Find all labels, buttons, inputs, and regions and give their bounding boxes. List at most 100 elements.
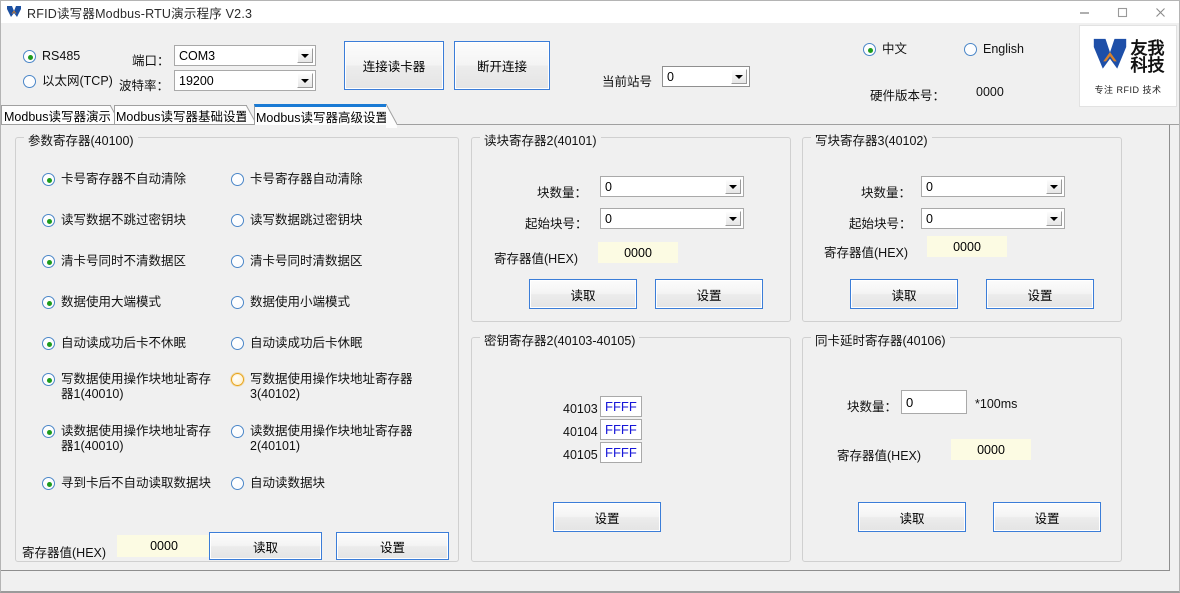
key-value-40104[interactable]: FFFF	[600, 419, 642, 440]
chevron-down-icon[interactable]	[297, 48, 313, 63]
radio-rs485[interactable]: RS485	[23, 50, 80, 63]
key-value-40103[interactable]: FFFF	[600, 396, 642, 417]
write-block-count-value: 0	[922, 180, 933, 194]
radio-language-english[interactable]: English	[964, 43, 1024, 56]
write-block-hex-value: 0000	[927, 236, 1007, 257]
radio-label: 读写数据跳过密钥块	[250, 214, 363, 227]
radio-label: 清卡号同时清数据区	[250, 255, 363, 268]
connect-reader-button[interactable]: 连接读卡器	[344, 41, 444, 90]
chevron-down-icon[interactable]	[297, 73, 313, 88]
chevron-down-icon[interactable]	[731, 69, 747, 84]
port-label: 端口：	[132, 50, 170, 69]
radio-big-endian[interactable]: 数据使用大端模式	[42, 296, 161, 309]
write-block-start-value: 0	[922, 212, 933, 226]
radio-card-reg-no-autoclear[interactable]: 卡号寄存器不自动清除	[42, 173, 186, 186]
write-block-read-button[interactable]: 读取	[850, 279, 958, 309]
radio-dot	[42, 296, 55, 309]
radio-no-sleep-after-autoread[interactable]: 自动读成功后卡不休眠	[42, 337, 186, 350]
radio-write-uses-blockaddr-reg3[interactable]: 写数据使用操作块地址寄存器3(40102)	[231, 372, 421, 402]
radio-dot	[231, 255, 244, 268]
radio-dot	[42, 337, 55, 350]
write-block-start-combobox[interactable]: 0	[921, 208, 1065, 229]
radio-card-reg-autoclear[interactable]: 卡号寄存器自动清除	[231, 173, 363, 186]
write-block-set-button[interactable]: 设置	[986, 279, 1094, 309]
radio-read-uses-blockaddr-reg2[interactable]: 读数据使用操作块地址寄存器2(40101)	[231, 424, 421, 454]
delay-set-button[interactable]: 设置	[993, 502, 1101, 532]
read-block-count-label: 块数量：	[537, 182, 587, 201]
radio-clear-card-and-data[interactable]: 清卡号同时清数据区	[231, 255, 363, 268]
radio-sleep-after-autoread[interactable]: 自动读成功后卡休眠	[231, 337, 363, 350]
radio-label: 写数据使用操作块地址寄存器3(40102)	[250, 372, 421, 402]
key-register-group-title: 密钥寄存器2(40103-40105)	[480, 330, 639, 349]
delay-count-input[interactable]: 0	[901, 390, 967, 414]
key-register-group: 密钥寄存器2(40103-40105) 40103 FFFF 40104 FFF…	[471, 337, 791, 562]
param-read-button[interactable]: 读取	[209, 532, 322, 560]
radio-dot-ethernet-tcp	[23, 75, 36, 88]
chevron-down-icon[interactable]	[725, 211, 741, 226]
hw-version-label: 硬件版本号：	[870, 85, 945, 104]
radio-label-rs485: RS485	[42, 50, 80, 63]
key-addr-40103: 40103	[563, 402, 598, 416]
write-block-group-title: 写块寄存器3(40102)	[811, 130, 932, 149]
station-combobox[interactable]: 0	[662, 66, 750, 87]
radio-autoread-block[interactable]: 自动读数据块	[231, 477, 325, 490]
chevron-down-icon[interactable]	[725, 179, 741, 194]
radio-dot-english	[964, 43, 977, 56]
radio-label: 数据使用小端模式	[250, 296, 350, 309]
read-block-hex-value: 0000	[598, 242, 678, 263]
radio-ethernet-tcp[interactable]: 以太网(TCP)	[23, 75, 113, 88]
key-set-button[interactable]: 设置	[553, 502, 661, 532]
port-combobox[interactable]: COM3	[174, 45, 316, 66]
radio-write-uses-blockaddr-reg1[interactable]: 写数据使用操作块地址寄存器1(40010)	[42, 372, 222, 402]
radio-no-autoread-after-find[interactable]: 寻到卡后不自动读取数据块	[42, 477, 211, 490]
baud-combobox[interactable]: 19200	[174, 70, 316, 91]
radio-clear-card-keep-data[interactable]: 清卡号同时不清数据区	[42, 255, 186, 268]
maximize-icon[interactable]	[1103, 1, 1141, 23]
tab-modbus-advanced-settings[interactable]: Modbus读写器高级设置	[254, 104, 387, 125]
chevron-down-icon[interactable]	[1046, 211, 1062, 226]
write-block-count-combobox[interactable]: 0	[921, 176, 1065, 197]
key-value-40105[interactable]: FFFF	[600, 442, 642, 463]
delay-read-button[interactable]: 读取	[858, 502, 966, 532]
radio-rw-no-skip-key-block[interactable]: 读写数据不跳过密钥块	[42, 214, 186, 227]
logo-text-line1: 友我	[1131, 41, 1165, 58]
tab-modbus-demo[interactable]: Modbus读写器演示	[1, 105, 111, 125]
radio-dot-rs485	[23, 50, 36, 63]
disconnect-button[interactable]: 断开连接	[454, 41, 550, 90]
param-set-button[interactable]: 设置	[336, 532, 449, 560]
minimize-icon[interactable]	[1065, 1, 1103, 23]
delay-unit-label: *100ms	[975, 397, 1017, 411]
radio-dot	[42, 173, 55, 186]
write-block-count-label: 块数量：	[861, 182, 911, 201]
radio-label: 卡号寄存器不自动清除	[61, 173, 186, 186]
read-block-read-button[interactable]: 读取	[529, 279, 637, 309]
radio-label: 自动读数据块	[250, 477, 325, 490]
radio-little-endian[interactable]: 数据使用小端模式	[231, 296, 350, 309]
read-block-count-combobox[interactable]: 0	[600, 176, 744, 197]
baud-value: 19200	[175, 74, 214, 88]
param-register-group-title: 参数寄存器(40100)	[24, 130, 138, 149]
radio-dot	[42, 214, 55, 227]
radio-label: 清卡号同时不清数据区	[61, 255, 186, 268]
radio-read-uses-blockaddr-reg1[interactable]: 读数据使用操作块地址寄存器1(40010)	[42, 424, 222, 454]
tab-modbus-basic-settings[interactable]: Modbus读写器基础设置	[114, 105, 247, 125]
read-block-register-group: 读块寄存器2(40101) 块数量： 0 起始块号： 0 寄存器值(HEX) 0…	[471, 137, 791, 322]
same-card-delay-group-title: 同卡延时寄存器(40106)	[811, 330, 950, 349]
read-block-start-label: 起始块号：	[525, 213, 588, 232]
delay-hex-label: 寄存器值(HEX)	[837, 445, 921, 464]
window-title: RFID读写器Modbus-RTU演示程序 V2.3	[27, 3, 252, 22]
radio-dot	[231, 337, 244, 350]
read-block-count-value: 0	[601, 180, 612, 194]
application-window: RFID读写器Modbus-RTU演示程序 V2.3 RS485 以太网(TCP…	[0, 0, 1180, 593]
read-block-start-combobox[interactable]: 0	[600, 208, 744, 229]
tab-label: Modbus读写器高级设置	[256, 107, 388, 126]
radio-rw-skip-key-block[interactable]: 读写数据跳过密钥块	[231, 214, 363, 227]
write-block-register-group: 写块寄存器3(40102) 块数量： 0 起始块号： 0 寄存器值(HEX) 0…	[802, 137, 1122, 322]
chevron-down-icon[interactable]	[1046, 179, 1062, 194]
close-icon[interactable]	[1141, 1, 1179, 23]
radio-language-chinese[interactable]: 中文	[863, 43, 907, 56]
read-block-set-button[interactable]: 设置	[655, 279, 763, 309]
radio-label: 读数据使用操作块地址寄存器1(40010)	[61, 424, 222, 454]
window-controls	[1065, 1, 1179, 23]
radio-dot	[231, 296, 244, 309]
